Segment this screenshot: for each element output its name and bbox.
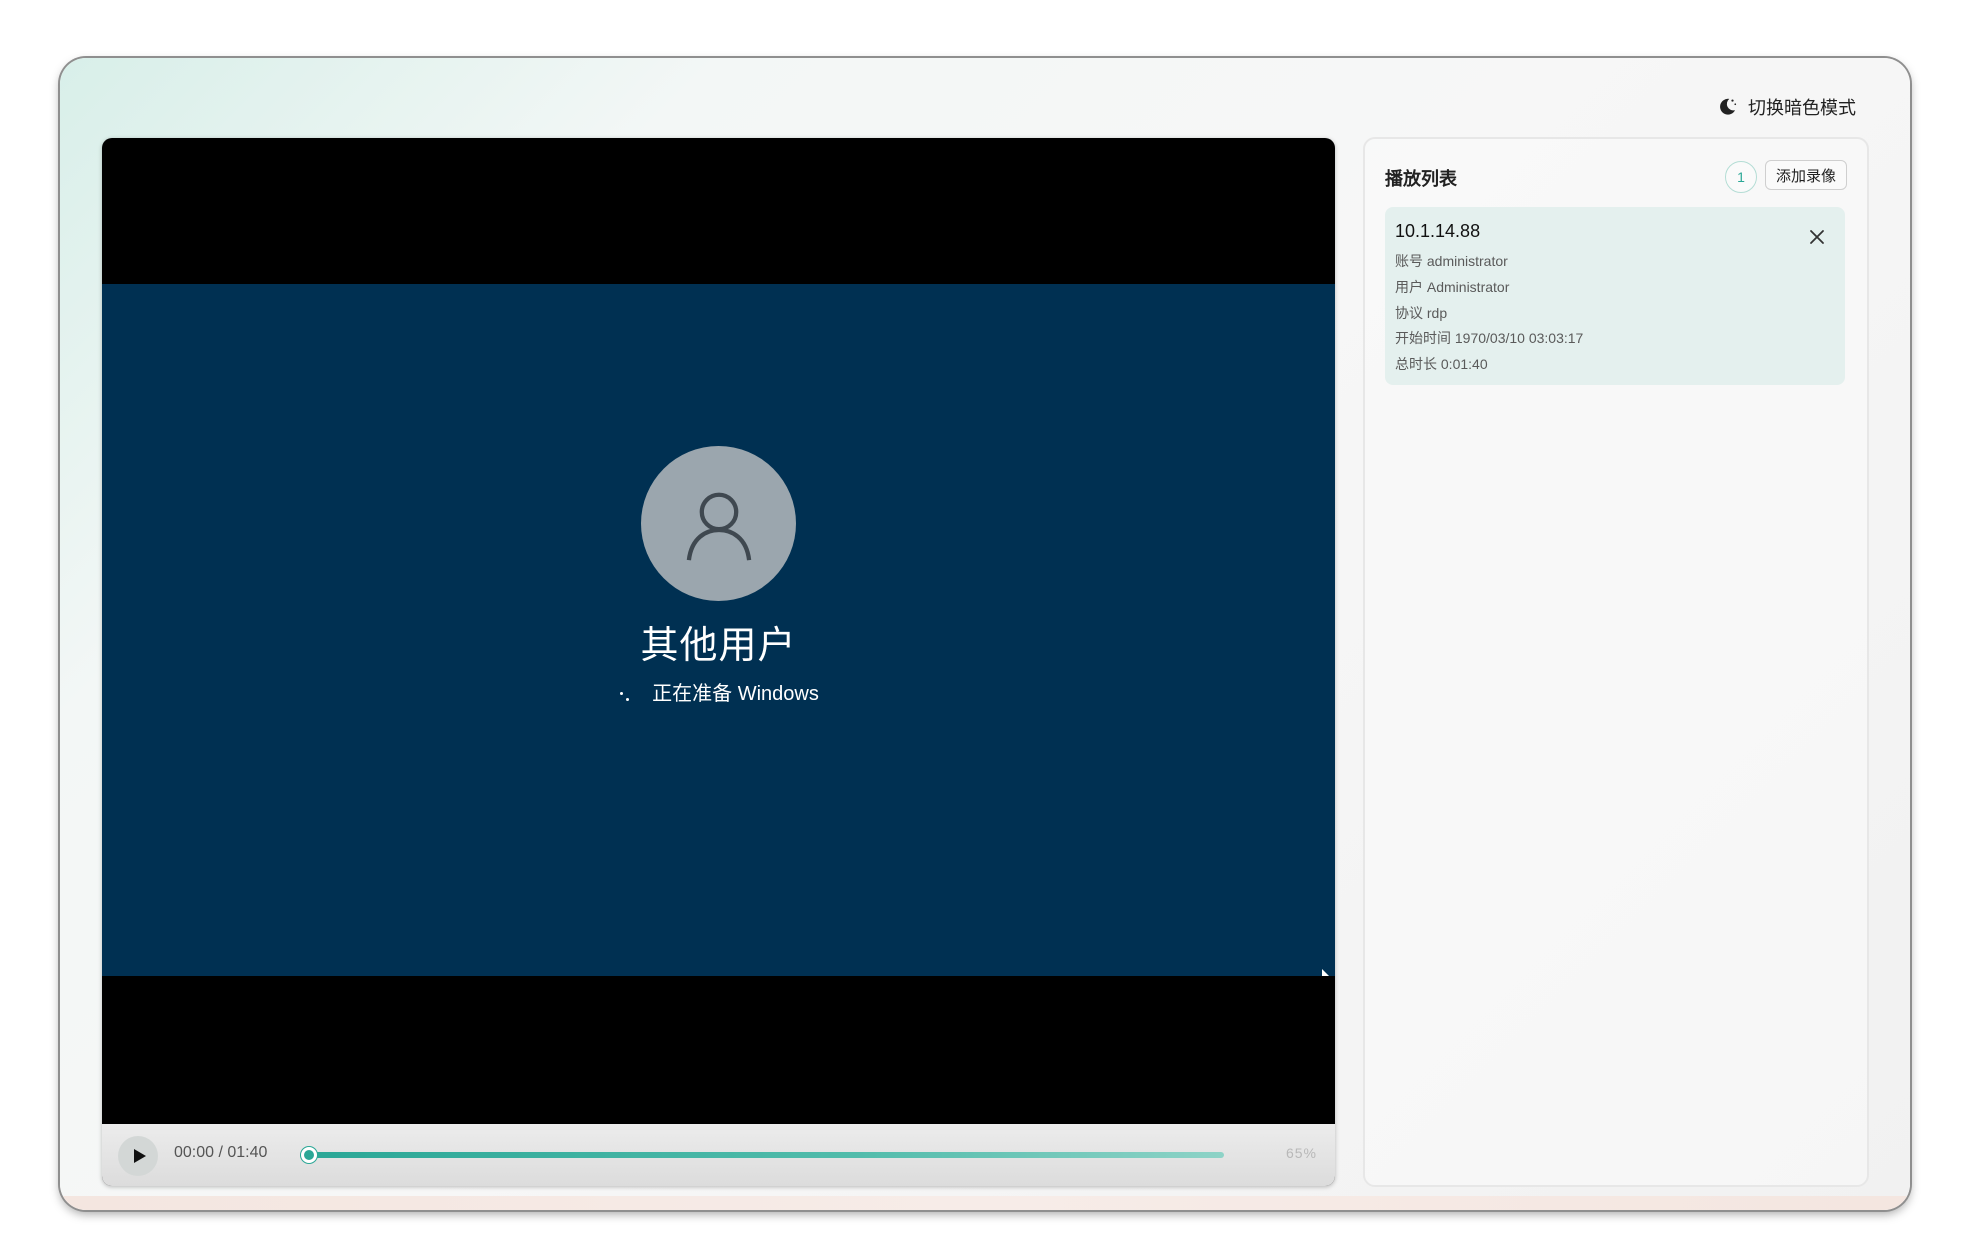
mouse-cursor-icon	[1322, 969, 1329, 976]
volume-level[interactable]: 65%	[1286, 1145, 1317, 1161]
playlist-panel: 播放列表 1 添加录像 10.1.14.88 账号 administrator …	[1363, 137, 1869, 1187]
user-avatar	[641, 446, 796, 601]
moon-icon	[1720, 98, 1737, 115]
video-player[interactable]: 其他用户 正在准备 Windows 00:00 / 01:40 65%	[102, 138, 1335, 1186]
login-status: 正在准备 Windows	[102, 677, 1335, 706]
record-account: 账号 administrator	[1395, 253, 1508, 269]
remove-record-button[interactable]	[1807, 227, 1827, 247]
time-readout: 00:00 / 01:40	[174, 1144, 268, 1161]
user-icon	[686, 492, 751, 560]
login-status-text: 正在准备 Windows	[652, 683, 819, 705]
playlist-item[interactable]: 10.1.14.88 账号 administrator 用户 Administr…	[1385, 207, 1845, 385]
loading-spinner-icon	[618, 685, 636, 705]
record-start-time: 开始时间 1970/03/10 03:03:17	[1395, 330, 1584, 346]
theme-toggle-label: 切换暗色模式	[1748, 98, 1856, 118]
app-window: 切换暗色模式 其他用户 正在准备 Windows 00:00 / 01:40 6…	[60, 58, 1910, 1210]
play-button[interactable]	[118, 1136, 158, 1176]
playlist-title: 播放列表	[1385, 169, 1457, 189]
record-protocol: 协议 rdp	[1395, 305, 1448, 321]
add-recording-button[interactable]: 添加录像	[1764, 160, 1847, 190]
login-user-name: 其他用户	[640, 625, 797, 667]
remote-desktop-screen: 其他用户 正在准备 Windows	[102, 284, 1335, 976]
progress-bar[interactable]	[300, 1147, 1224, 1163]
theme-toggle-button[interactable]: 切换暗色模式	[1716, 92, 1856, 122]
player-controls: 00:00 / 01:40 65%	[102, 1124, 1335, 1186]
close-icon	[1810, 230, 1824, 244]
play-icon	[133, 1149, 146, 1163]
record-duration: 总时长 0:01:40	[1395, 356, 1488, 372]
progress-handle[interactable]	[301, 1147, 318, 1163]
record-host: 10.1.14.88	[1395, 221, 1481, 241]
playlist-count-badge: 1	[1725, 161, 1757, 193]
record-user: 用户 Administrator	[1395, 279, 1510, 295]
